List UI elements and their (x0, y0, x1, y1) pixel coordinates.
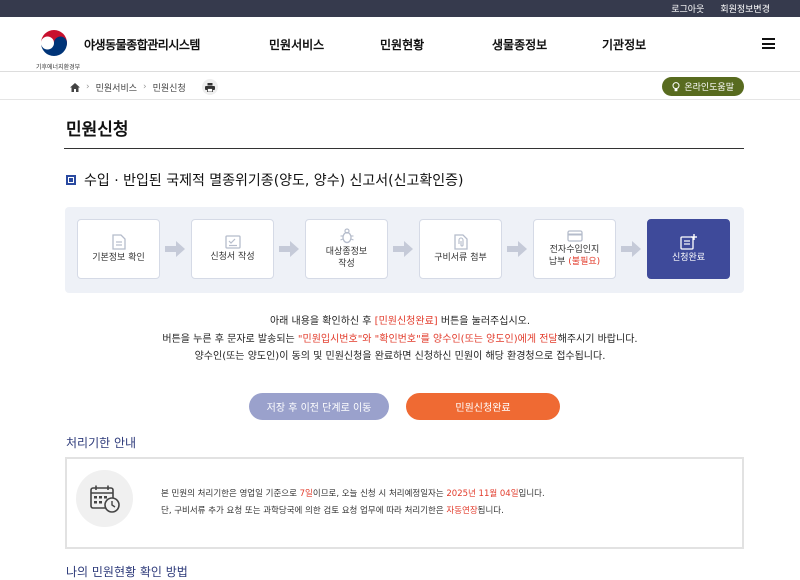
site-name: 야생동물종합관리시스템 (84, 38, 200, 52)
site-header: 야생동물종합관리시스템 기후에너지환경부 민원서비스 민원현황 생물종정보 기관… (0, 17, 800, 72)
arrow-right-icon (393, 241, 413, 257)
notice-line-3: 양수인(또는 양도인)이 동의 및 민원신청을 완료하면 신청하신 민원이 해당… (194, 351, 606, 362)
nav-civil-status[interactable]: 민원현황 (380, 36, 424, 53)
nav-agency-info[interactable]: 기관정보 (602, 36, 646, 53)
processing-period-heading: 처리기한 안내 (66, 436, 137, 450)
calendar-clock-icon (76, 470, 133, 527)
arrow-right-icon (165, 241, 185, 257)
breadcrumb-item[interactable]: 민원서비스 (96, 81, 137, 94)
arrow-right-icon (279, 241, 299, 257)
processing-period-box: 본 민원의 처리기한은 영업일 기준으로 7일이므로, 오늘 신청 시 처리예정… (65, 457, 744, 549)
home-icon[interactable] (70, 82, 80, 92)
step-label: 신청서 작성 (210, 251, 255, 262)
hamburger-icon[interactable] (762, 38, 775, 49)
nav-species-info[interactable]: 생물종정보 (492, 36, 547, 53)
logout-link[interactable]: 로그아웃 (671, 2, 704, 15)
page-title: 민원신청 (66, 120, 129, 140)
form-subtitle-text: 수입 · 반입된 국제적 멸종위기종(양도, 양수) 신고서(신고확인증) (84, 173, 464, 189)
site-logo[interactable]: 야생동물종합관리시스템 기후에너지환경부 (36, 25, 216, 71)
step-attachments: 구비서류 첨부 (419, 219, 502, 279)
step-complete-active: 신청완료 (647, 219, 730, 279)
document-add-icon (679, 233, 697, 250)
breadcrumb-bar: › 민원서비스 › 민원신청 온라인도움말 (0, 72, 800, 100)
government-emblem-icon (41, 30, 67, 56)
form-check-icon (224, 235, 241, 249)
step-label: 대상종정보 작성 (325, 246, 368, 269)
bug-icon (339, 228, 354, 243)
progress-steps: 기본정보 확인 신청서 작성 대상종정보 작성 구비서류 첨부 전자수입인지 납… (65, 207, 744, 293)
nav-civil-service[interactable]: 민원서비스 (269, 36, 324, 53)
step-species-info: 대상종정보 작성 (305, 219, 388, 279)
chevron-right-icon: › (86, 82, 90, 92)
title-divider (64, 148, 744, 149)
notice-line-2: 버튼을 누른 후 문자로 발송되는 "민원입시번호"와 "확인번호"를 양수인(… (162, 334, 638, 345)
step-label: 기본정보 확인 (92, 252, 145, 263)
step-note: (불필요) (568, 256, 601, 267)
processing-line-2: 단, 구비서류 추가 요청 또는 과학당국에 의한 검토 요청 업무에 따라 처… (161, 506, 504, 516)
step-revenue-stamp: 전자수입인지 납부 (불필요) (533, 219, 616, 279)
square-bullet-icon (66, 175, 76, 185)
notice-line-1: 아래 내용을 확인하신 후 [민원신청완료] 버튼을 눌러주십시오. (269, 316, 531, 327)
document-icon (111, 234, 126, 250)
arrow-right-icon (621, 241, 641, 257)
arrow-right-icon (507, 241, 527, 257)
ministry-name: 기후에너지환경부 (36, 64, 81, 71)
chevron-right-icon: › (143, 82, 147, 92)
processing-line-1: 본 민원의 처리기한은 영업일 기준으로 7일이므로, 오늘 신청 시 처리예정… (161, 489, 545, 499)
step-basic-info: 기본정보 확인 (77, 219, 160, 279)
form-subtitle: 수입 · 반입된 국제적 멸종위기종(양도, 양수) 신고서(신고확인증) (66, 170, 463, 190)
step-label: 구비서류 첨부 (434, 252, 487, 263)
lightbulb-icon (672, 81, 680, 91)
edit-profile-link[interactable]: 회원정보변경 (720, 2, 770, 15)
submit-application-button[interactable]: 민원신청완료 (406, 393, 560, 420)
online-help-label: 온라인도움말 (684, 83, 734, 93)
save-and-go-back-button[interactable]: 저장 후 이전 단계로 이동 (249, 393, 389, 420)
attachment-icon (453, 234, 468, 250)
online-help-button[interactable]: 온라인도움말 (662, 77, 744, 96)
step-application-form: 신청서 작성 (191, 219, 274, 279)
top-utility-bar: 로그아웃 회원정보변경 (0, 0, 800, 17)
my-status-heading: 나의 민원현황 확인 방법 (66, 565, 188, 579)
card-icon (566, 230, 583, 242)
step-label: 신청완료 (671, 252, 706, 263)
breadcrumb: › 민원서비스 › 민원신청 (70, 79, 218, 95)
print-icon[interactable] (201, 79, 218, 95)
step-label: 전자수입인지 납부 (불필요) (548, 244, 601, 267)
breadcrumb-item-current[interactable]: 민원신청 (153, 81, 186, 94)
